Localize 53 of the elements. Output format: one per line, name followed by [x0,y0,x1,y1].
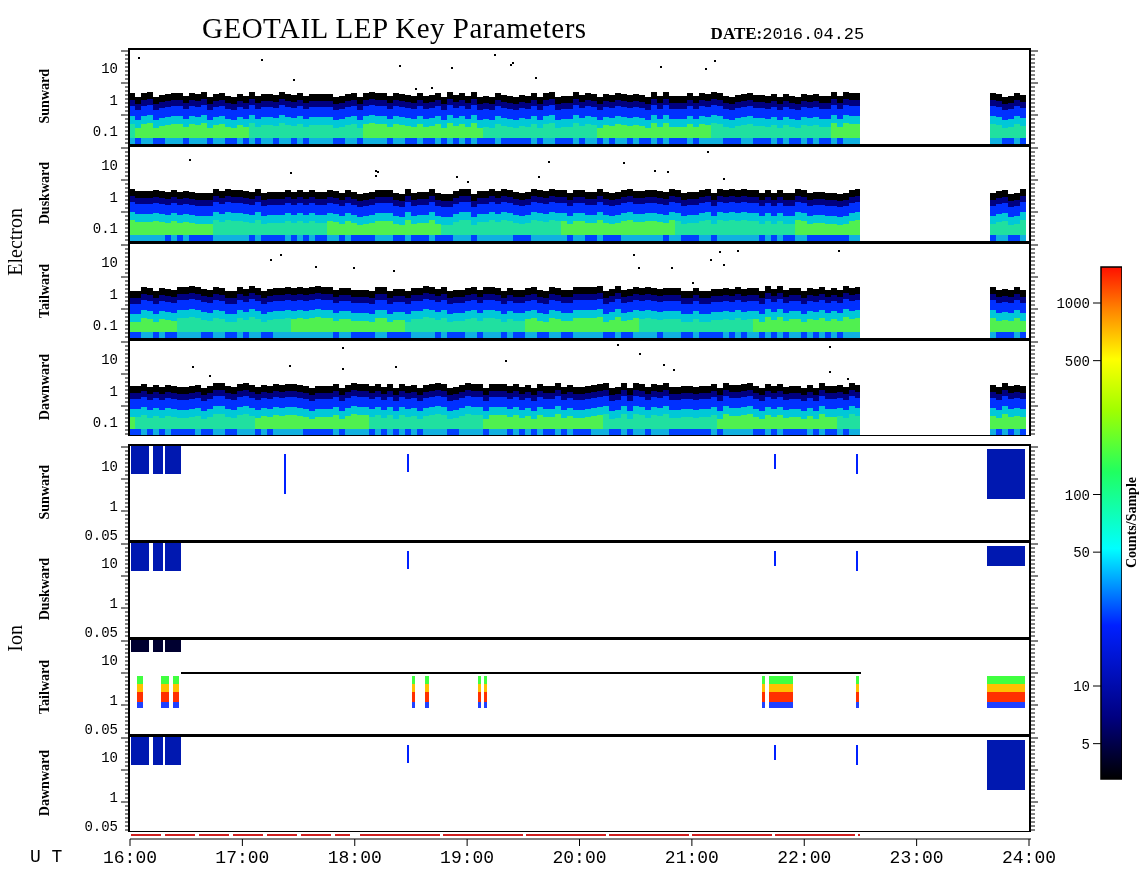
axis-tick-label: 1 [109,287,118,303]
axis-tick-label: 10 [101,750,118,766]
axis-tick-label: 10 [101,653,118,669]
group-label: Ion [3,624,27,652]
axis-tick-label: 16:00 [103,848,157,868]
axis-tick-label: 1 [109,790,118,806]
axis-tick-label: 20:00 [552,848,607,868]
panel-label: Duskward [37,558,53,621]
axis-tick-label: 0.05 [84,722,118,735]
chart-title: GEOTAIL LEP Key Parameters [202,12,587,44]
axis-tick-label: 17:00 [215,848,270,868]
panel-label: Duskward [37,162,53,225]
axis-tick-label: 23:00 [889,848,944,868]
axis-tick-label: 10 [101,459,118,475]
panel-label: Dawnward [37,354,53,421]
panel-label: Sunward [37,465,53,520]
axis-tick-label: 10 [101,61,118,77]
axis-tick-label: 1 [109,190,118,206]
axis-tick-label: 0.1 [92,415,118,431]
colorbar-tick-label: 5 [1081,736,1090,753]
axis-tick-label: 0.05 [84,528,118,541]
axis-tick-label: 18:00 [327,848,382,868]
axis-tick-label: 1 [109,499,118,515]
axis-tick-label: 1 [109,384,118,400]
colorbar-tick-label: 10 [1073,679,1090,695]
panel-label: Dawnward [37,750,53,817]
axis-tick-label: 24:00 [1002,848,1056,868]
axis-tick-label: 1 [109,596,118,612]
colorbar-tick-label: 50 [1073,545,1090,562]
axis-tick-label: 0.05 [84,625,118,638]
date-text: DATE:2016.04.25 [710,24,865,44]
axis-tick-label: 19:00 [440,848,495,868]
axis-tick-label: 21:00 [664,848,719,868]
axis-tick-label: 10 [101,158,118,174]
axis-tick-label: 0.1 [92,318,118,334]
panel-label: Sunward [37,69,53,124]
axis-tick-label: 10 [101,556,118,572]
group-label: Electron [3,208,27,276]
axis-tick-label: 0.1 [92,221,118,237]
colorbar-title: Counts/Sample [1124,477,1140,569]
axis-tick-label: 0.05 [84,819,118,832]
axis-tick-label: 22:00 [777,848,832,868]
colorbar-tick-label: 1000 [1056,296,1090,312]
axis-tick-label: 1 [109,693,118,709]
axis-label: U T [30,847,63,867]
colorbar-tick-label: 500 [1064,353,1090,370]
panel-label: Tailward [37,659,53,714]
panel-label: Tailward [37,263,53,318]
axis-tick-label: 10 [101,352,118,368]
axis-tick-label: 1 [109,93,118,109]
colorbar-tick-label: 100 [1064,487,1090,504]
axis-tick-label: 10 [101,255,118,271]
axis-tick-label: 0.1 [92,124,118,140]
